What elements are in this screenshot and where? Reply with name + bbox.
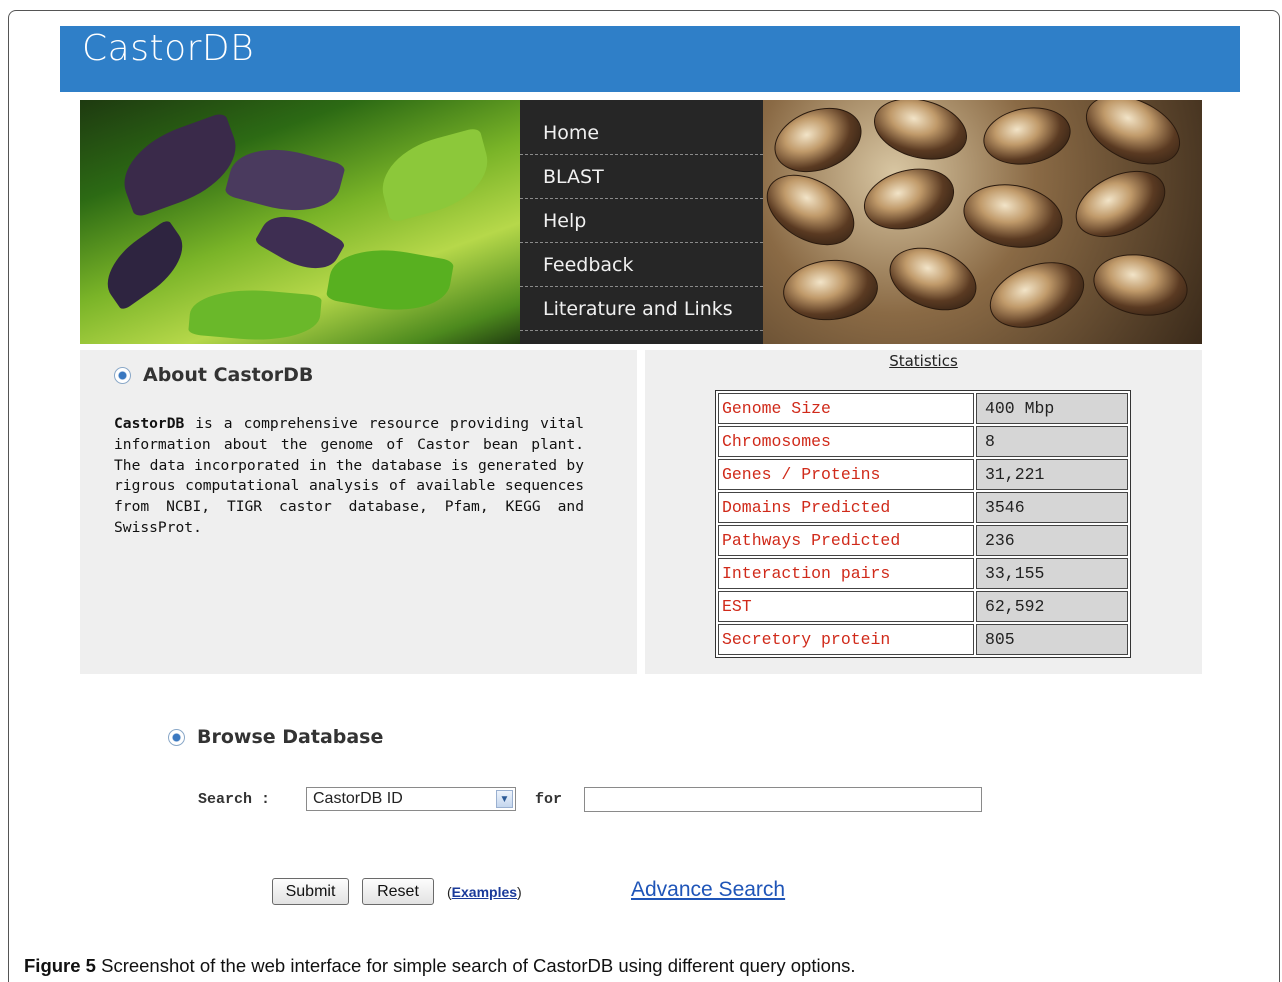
caption-text: Screenshot of the web interface for simp… — [95, 955, 856, 976]
stat-label: Genes / Proteins — [718, 459, 974, 490]
castor-seeds-image — [763, 100, 1202, 344]
stat-value: 236 — [976, 525, 1128, 556]
select-value: CastorDB ID — [313, 790, 403, 807]
stat-value: 31,221 — [976, 459, 1128, 490]
table-row: Secretory protein 805 — [718, 624, 1128, 655]
stat-label: Chromosomes — [718, 426, 974, 457]
search-input[interactable] — [584, 787, 982, 812]
radio-bullet-icon — [114, 366, 131, 384]
about-heading-text: About CastorDB — [143, 364, 314, 386]
paren-close: ) — [517, 884, 522, 900]
figure-caption: Figure 5 Screenshot of the web interface… — [24, 955, 856, 977]
stat-value: 62,592 — [976, 591, 1128, 622]
nav-blast[interactable]: BLAST — [520, 155, 763, 199]
table-row: Genes / Proteins 31,221 — [718, 459, 1128, 490]
nav-feedback[interactable]: Feedback — [520, 243, 763, 287]
table-row: Genome Size 400 Mbp — [718, 393, 1128, 424]
caption-figure-number: Figure 5 — [24, 955, 96, 976]
browse-heading: Browse Database — [168, 726, 383, 748]
nav-home[interactable]: Home — [520, 111, 763, 155]
submit-button[interactable]: Submit — [272, 878, 349, 905]
search-field-select[interactable]: CastorDB ID ▼ — [306, 787, 516, 811]
site-header: CastorDB — [60, 26, 1240, 92]
stat-label: Pathways Predicted — [718, 525, 974, 556]
main-nav: Home BLAST Help Feedback Literature and … — [520, 100, 763, 344]
statistics-title: Statistics — [889, 352, 958, 370]
examples-link[interactable]: Examples — [452, 884, 517, 900]
reset-button[interactable]: Reset — [362, 878, 434, 905]
advance-search-link[interactable]: Advance Search — [631, 878, 785, 902]
table-row: EST 62,592 — [718, 591, 1128, 622]
about-panel: About CastorDB CastorDB is a comprehensi… — [80, 350, 637, 674]
stat-label: Interaction pairs — [718, 558, 974, 589]
statistics-table: Genome Size 400 Mbp Chromosomes 8 Genes / … — [715, 390, 1131, 658]
about-body: is a comprehensive resource providing vi… — [114, 415, 584, 536]
stat-value: 805 — [976, 624, 1128, 655]
site-logo[interactable]: CastorDB — [82, 28, 254, 69]
search-label: Search : — [198, 791, 271, 808]
table-row: Pathways Predicted 236 — [718, 525, 1128, 556]
nav-help[interactable]: Help — [520, 199, 763, 243]
stat-label: Secretory protein — [718, 624, 974, 655]
table-row: Domains Predicted 3546 — [718, 492, 1128, 523]
radio-bullet-icon — [168, 728, 185, 746]
stat-value: 33,155 — [976, 558, 1128, 589]
stat-label: Domains Predicted — [718, 492, 974, 523]
for-label: for — [535, 791, 563, 808]
browse-heading-text: Browse Database — [197, 726, 384, 748]
stat-label: EST — [718, 591, 974, 622]
chevron-down-icon[interactable]: ▼ — [496, 790, 513, 808]
stat-label: Genome Size — [718, 393, 974, 424]
stat-value: 8 — [976, 426, 1128, 457]
table-row: Interaction pairs 33,155 — [718, 558, 1128, 589]
stat-value: 400 Mbp — [976, 393, 1128, 424]
statistics-panel: Statistics Genome Size 400 Mbp Chromosome… — [645, 350, 1202, 674]
examples-link-wrapper: (Examples) — [447, 884, 522, 900]
about-description: CastorDB is a comprehensive resource pro… — [114, 414, 584, 539]
stat-value: 3546 — [976, 492, 1128, 523]
banner: Home BLAST Help Feedback Literature and … — [80, 100, 1202, 344]
about-heading: About CastorDB — [114, 364, 313, 386]
about-lead: CastorDB — [114, 415, 185, 432]
castor-plant-image — [80, 100, 520, 344]
nav-literature-and-links[interactable]: Literature and Links — [520, 287, 763, 331]
table-row: Chromosomes 8 — [718, 426, 1128, 457]
